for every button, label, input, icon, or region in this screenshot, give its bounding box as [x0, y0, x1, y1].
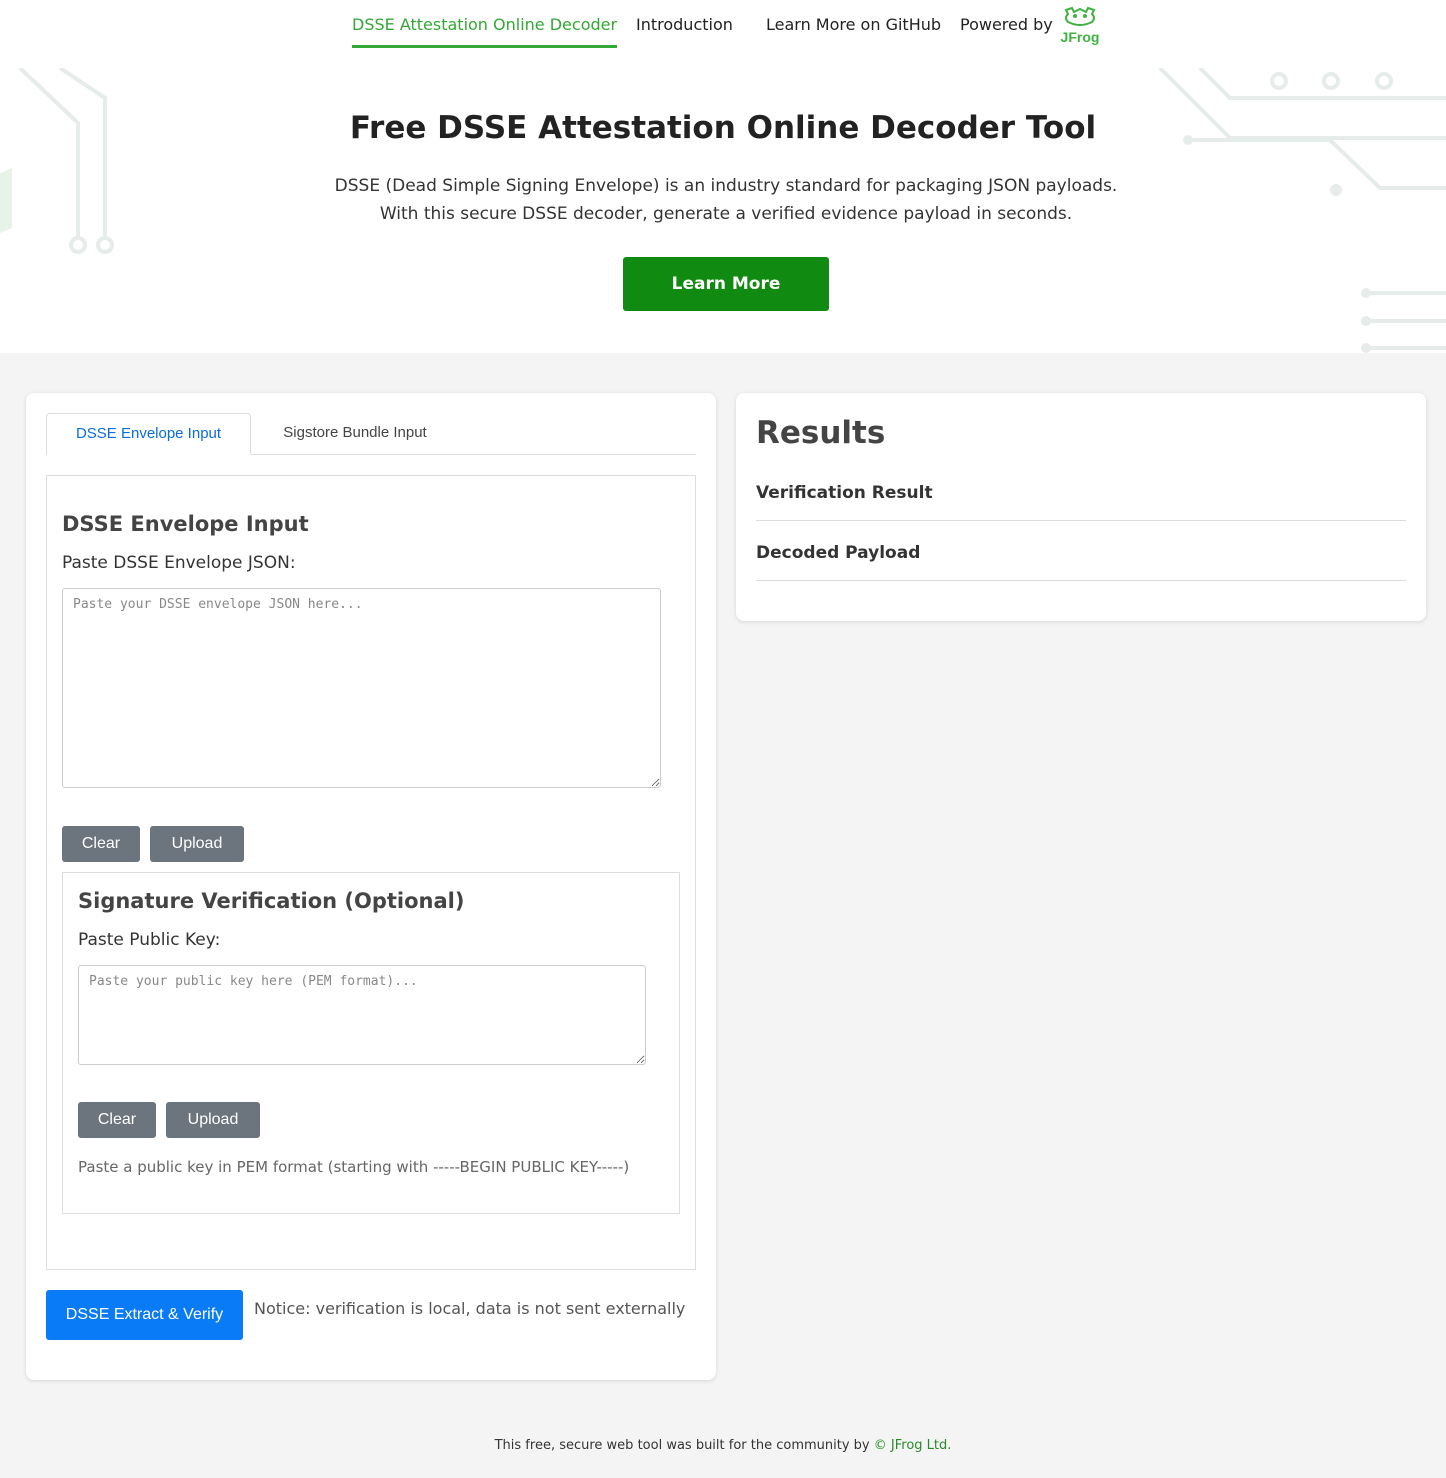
footer-jfrog-link[interactable]: © JFrog Ltd. — [874, 1438, 952, 1453]
public-key-upload-button[interactable]: Upload — [166, 1102, 260, 1138]
hero-description: DSSE (Dead Simple Signing Envelope) is a… — [334, 176, 1118, 224]
tab-dsse-envelope[interactable]: DSSE Envelope Input — [46, 413, 251, 455]
powered-by-label: Powered by — [960, 15, 1053, 34]
page-title: Free DSSE Attestation Online Decoder Too… — [349, 110, 1097, 146]
public-key-hint: Paste a public key in PEM format (starti… — [78, 1158, 630, 1176]
nav-item-introduction[interactable]: Introduction — [636, 14, 733, 48]
verification-result-section: Verification Result — [756, 481, 1406, 521]
envelope-json-input[interactable] — [62, 588, 661, 788]
public-key-label: Paste Public Key: — [78, 930, 221, 950]
local-verification-notice: Notice: verification is local, data is n… — [254, 1299, 686, 1318]
tab-sigstore-bundle[interactable]: Sigstore Bundle Input — [251, 413, 459, 455]
public-key-input[interactable] — [78, 965, 646, 1065]
envelope-section-title: DSSE Envelope Input — [62, 512, 309, 536]
footer-text: This free, secure web tool was built for… — [494, 1438, 874, 1453]
nav-item-github[interactable]: Learn More on GitHub — [766, 14, 941, 48]
dsse-envelope-panel: DSSE Envelope Input Paste DSSE Envelope … — [46, 475, 696, 1270]
decoded-payload-section: Decoded Payload — [756, 541, 1406, 581]
learn-more-button[interactable]: Learn More — [623, 257, 829, 311]
footer: This free, secure web tool was built for… — [0, 1438, 1446, 1453]
jfrog-logo-icon[interactable]: JFrog — [1058, 4, 1102, 46]
envelope-clear-button[interactable]: Clear — [62, 826, 140, 862]
hero-section: Free DSSE Attestation Online Decoder Too… — [0, 68, 1446, 353]
envelope-upload-button[interactable]: Upload — [150, 826, 244, 862]
signature-section-title: Signature Verification (Optional) — [78, 889, 465, 913]
signature-verification-section: Signature Verification (Optional) Paste … — [62, 872, 680, 1214]
results-card: Results Verification Result Decoded Payl… — [736, 393, 1426, 621]
results-title: Results — [756, 415, 886, 451]
nav-item-decoder[interactable]: DSSE Attestation Online Decoder — [352, 14, 618, 48]
public-key-clear-button[interactable]: Clear — [78, 1102, 156, 1138]
extract-verify-button[interactable]: DSSE Extract & Verify — [46, 1290, 243, 1340]
input-tabs: DSSE Envelope Input Sigstore Bundle Inpu… — [46, 413, 696, 455]
svg-text:JFrog: JFrog — [1061, 29, 1100, 45]
envelope-field-label: Paste DSSE Envelope JSON: — [62, 553, 296, 573]
input-card: DSSE Envelope Input Sigstore Bundle Inpu… — [26, 393, 716, 1380]
top-nav: DSSE Attestation Online Decoder Introduc… — [0, 0, 1446, 68]
